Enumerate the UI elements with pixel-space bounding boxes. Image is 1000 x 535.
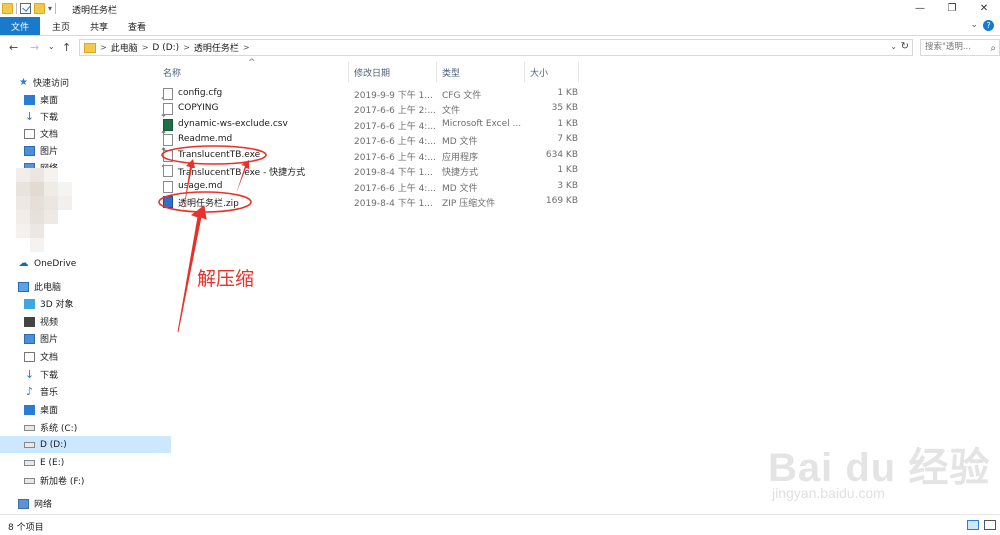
annotation-label: 解压缩 (197, 268, 255, 290)
arrow-to-exe-right (236, 160, 249, 194)
highlight-circle-exe (161, 145, 267, 165)
arrow-to-exe-left (183, 159, 195, 212)
highlight-circle-zip (158, 191, 252, 213)
details-view-icon[interactable] (967, 520, 979, 530)
item-count: 8 个项目 (8, 523, 44, 533)
watermark-url: jingyan.baidu.com (772, 485, 885, 501)
large-icons-view-icon[interactable] (984, 520, 996, 530)
status-bar: 8 个项目 (0, 514, 1000, 535)
watermark: Bai du 经验 jingyan.baidu.com (768, 435, 998, 515)
